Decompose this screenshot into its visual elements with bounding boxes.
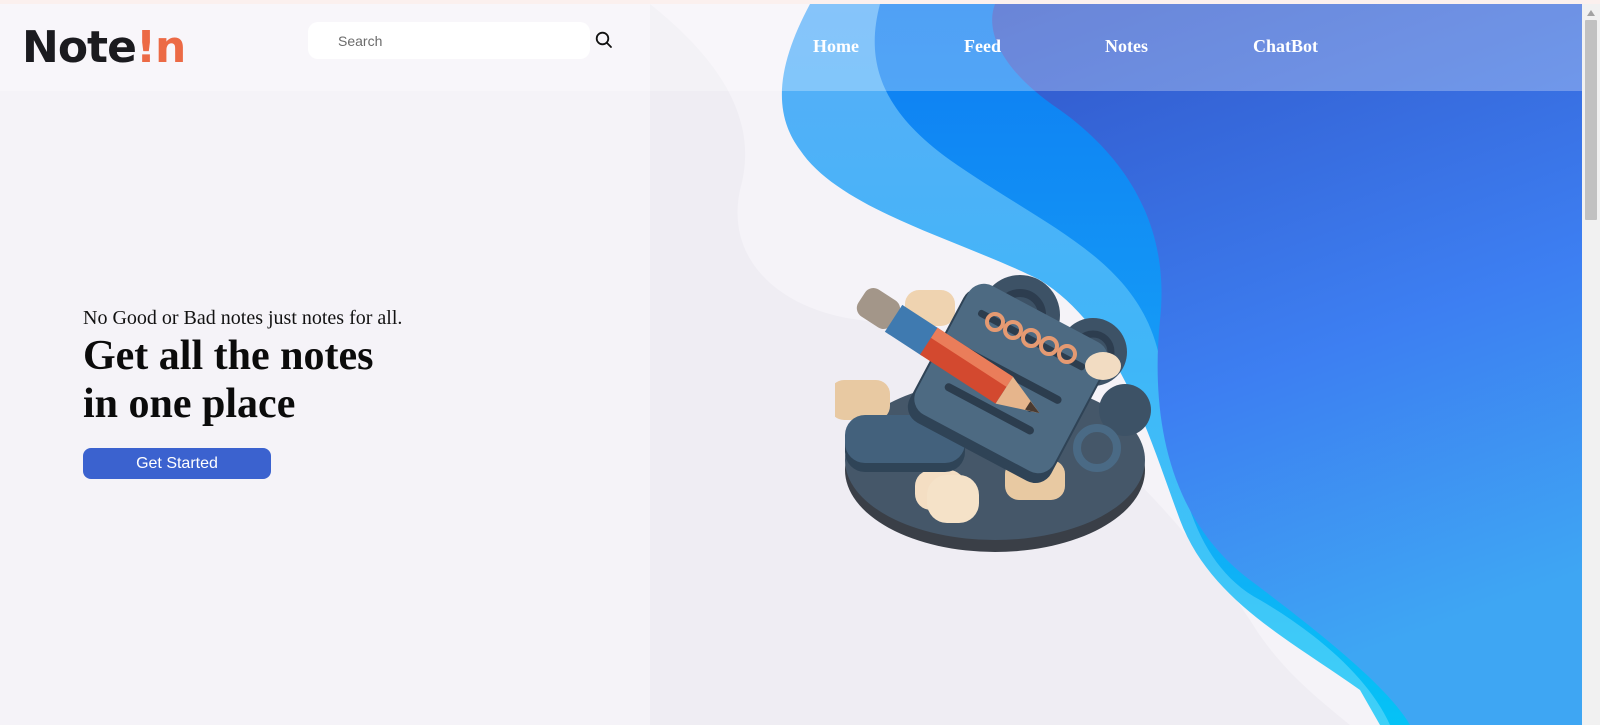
nav-home[interactable]: Home [813,36,859,57]
get-started-button[interactable]: Get Started [83,448,271,479]
logo-accent: n [155,22,186,73]
search-box [308,22,590,59]
hero-headline: Get all the notes in one place [83,332,483,428]
headline-line-1: Get all the notes [83,333,374,379]
nav-notes[interactable]: Notes [1105,36,1148,57]
search-input[interactable] [338,22,578,59]
notebook-pencil-illustration [835,275,1151,552]
headline-line-2: in one place [83,381,296,427]
logo-text: Note [22,22,137,73]
page-scrollbar[interactable] [1582,4,1600,725]
logo-exclamation: ! [135,22,156,73]
logo[interactable]: Note!n [22,22,186,74]
search-icon[interactable] [594,30,614,50]
nav-chatbot[interactable]: ChatBot [1253,36,1318,57]
scroll-up-arrow-icon[interactable] [1587,10,1595,16]
nav-feed[interactable]: Feed [964,36,1001,57]
header: Note!n [0,4,1582,91]
scrollbar-thumb[interactable] [1585,20,1597,220]
hero-tagline: No Good or Bad notes just notes for all. [83,307,403,329]
